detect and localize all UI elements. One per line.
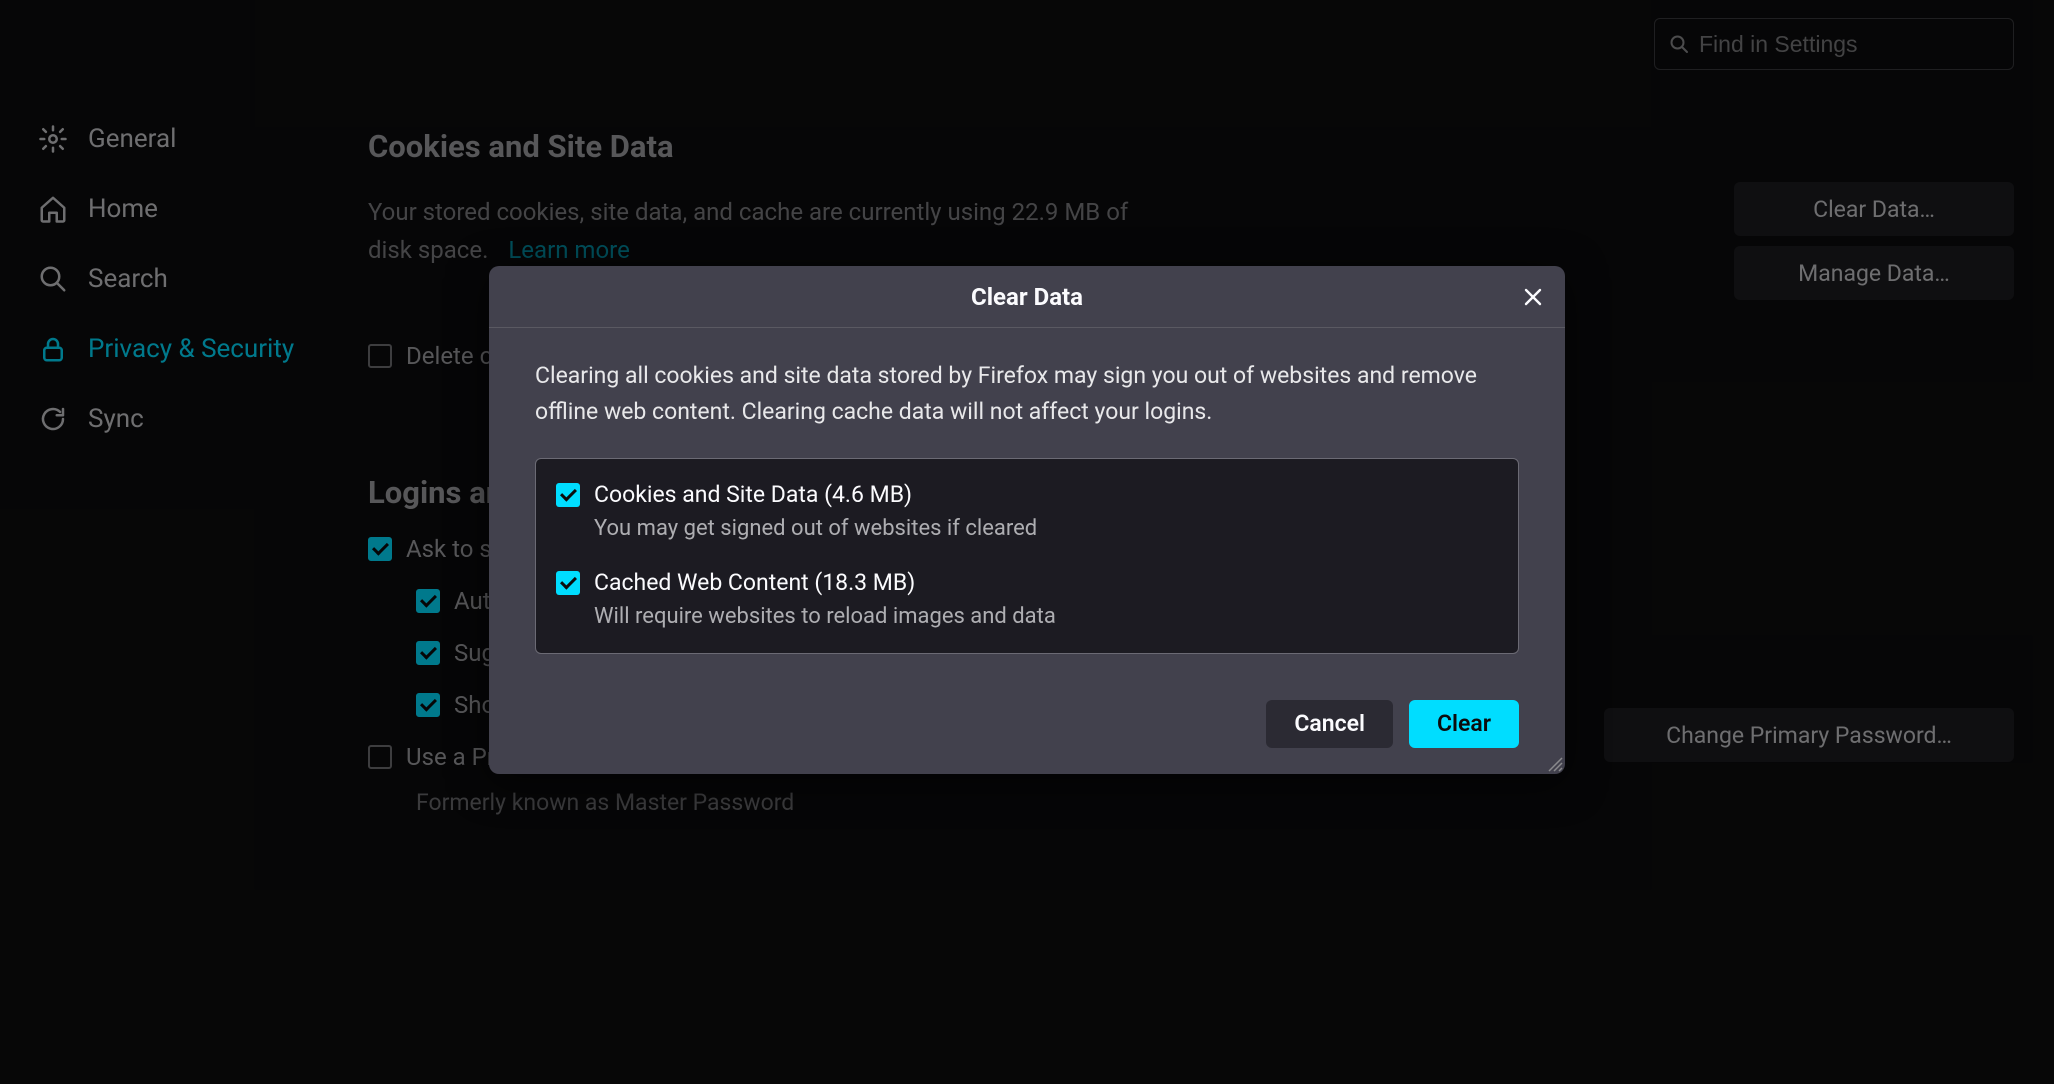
close-icon <box>1523 287 1543 307</box>
cookies-sitedata-title: Cookies and Site Data (4.6 MB) <box>594 481 1498 508</box>
dialog-description: Clearing all cookies and site data store… <box>535 358 1519 430</box>
dialog-title: Clear Data <box>971 283 1083 311</box>
dialog-options-box: Cookies and Site Data (4.6 MB) You may g… <box>535 458 1519 654</box>
cookies-sitedata-sub: You may get signed out of websites if cl… <box>594 516 1498 541</box>
dialog-item-cookies: Cookies and Site Data (4.6 MB) You may g… <box>556 481 1498 541</box>
dialog-item-texts: Cached Web Content (18.3 MB) Will requir… <box>594 569 1498 629</box>
cached-content-title: Cached Web Content (18.3 MB) <box>594 569 1498 596</box>
dialog-item-cache: Cached Web Content (18.3 MB) Will requir… <box>556 569 1498 629</box>
dialog-close-button[interactable] <box>1519 283 1547 311</box>
cancel-button[interactable]: Cancel <box>1266 700 1393 748</box>
cached-content-sub: Will require websites to reload images a… <box>594 604 1498 629</box>
cached-content-checkbox[interactable] <box>556 571 580 595</box>
dialog-item-texts: Cookies and Site Data (4.6 MB) You may g… <box>594 481 1498 541</box>
clear-button[interactable]: Clear <box>1409 700 1519 748</box>
cookies-sitedata-checkbox[interactable] <box>556 483 580 507</box>
dialog-header: Clear Data <box>489 266 1565 328</box>
clear-data-dialog: Clear Data Clearing all cookies and site… <box>489 266 1565 774</box>
dialog-footer: Cancel Clear <box>489 700 1565 774</box>
dialog-body: Clearing all cookies and site data store… <box>489 328 1565 680</box>
resize-grip[interactable] <box>1545 754 1563 772</box>
